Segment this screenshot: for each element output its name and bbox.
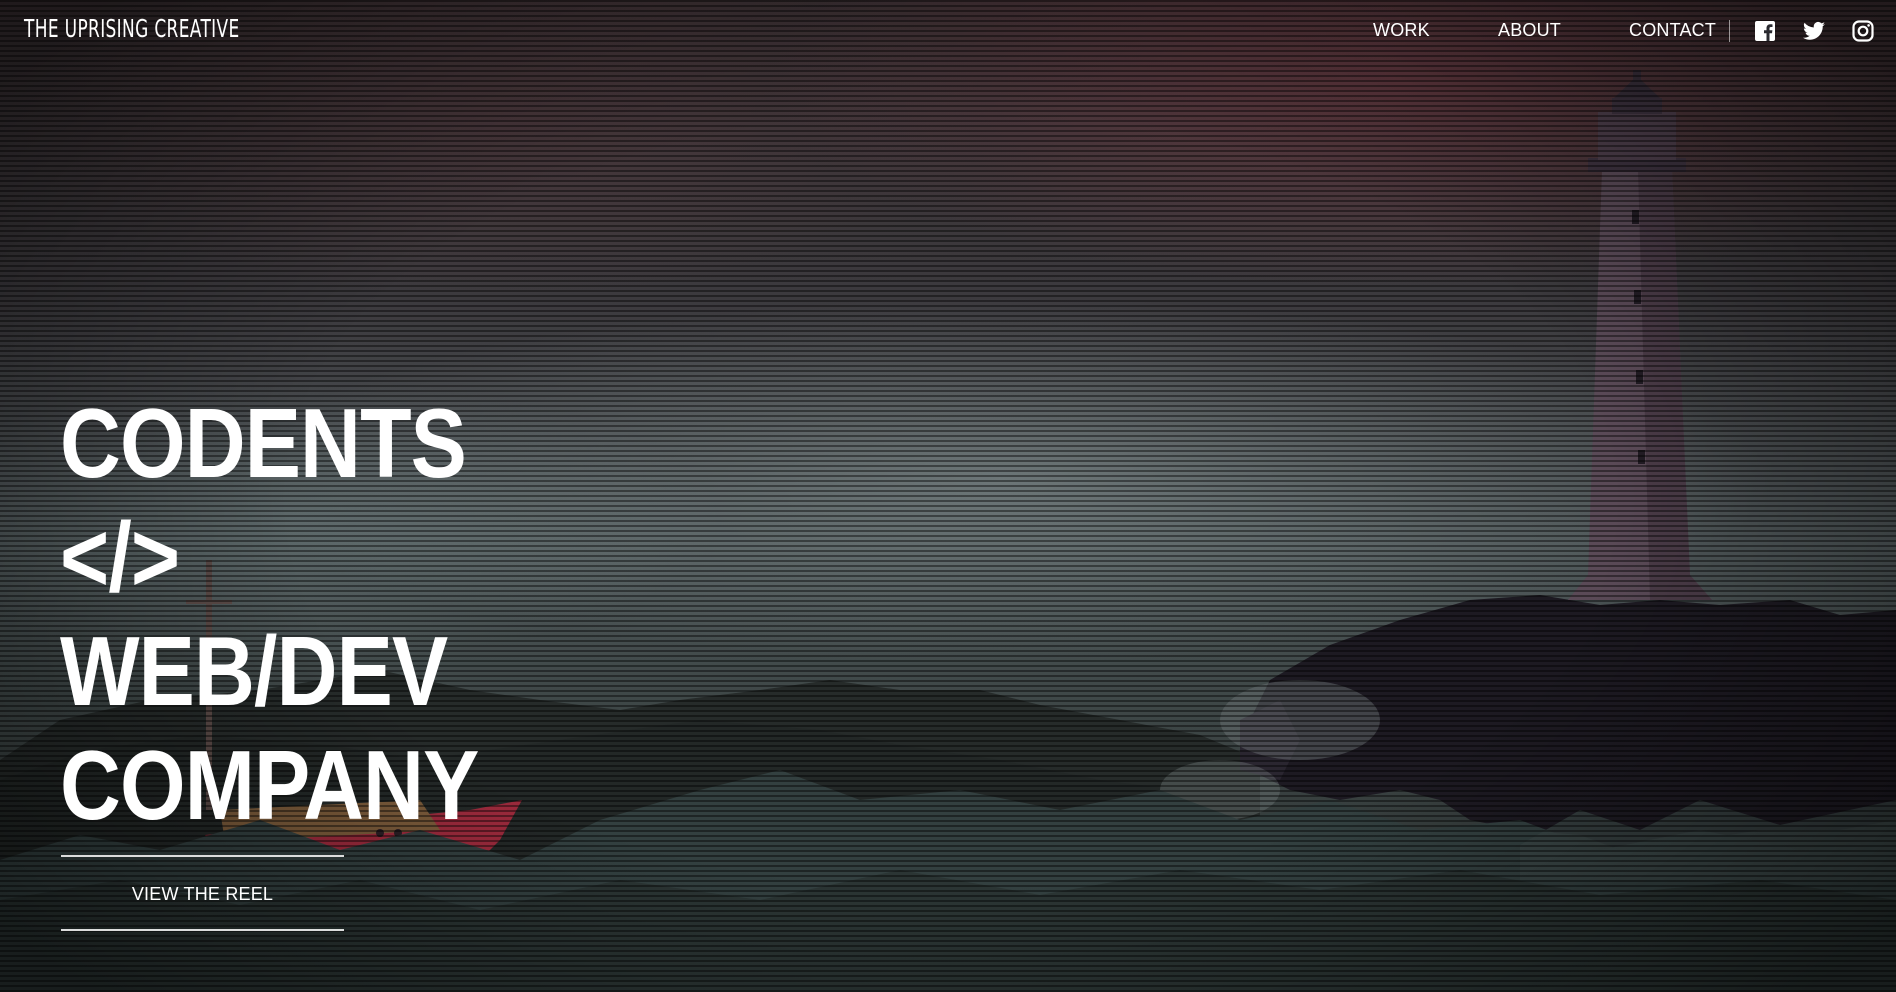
twitter-icon[interactable] bbox=[1802, 19, 1826, 43]
nav-contact[interactable]: CONTACT bbox=[1629, 20, 1716, 41]
hero-line-webdev: WEB/DEV bbox=[60, 616, 448, 726]
hero-line-company: COMPANY bbox=[60, 730, 479, 840]
view-reel-label: VIEW THE REEL bbox=[131, 883, 274, 904]
instagram-icon[interactable] bbox=[1851, 19, 1875, 43]
hero-line-code-symbol: </> bbox=[60, 502, 180, 612]
hero-line-codents: CODENTS bbox=[60, 388, 467, 498]
nav-divider bbox=[1729, 20, 1730, 42]
view-reel-button[interactable]: VIEW THE REEL bbox=[61, 855, 344, 931]
nav-work[interactable]: WORK bbox=[1373, 20, 1430, 41]
hero-heading: CODENTS </> WEB/DEV COMPANY bbox=[60, 386, 547, 842]
site-header: THE UPRISING CREATIVE WORK ABOUT CONTACT bbox=[0, 0, 1896, 64]
nav-about[interactable]: ABOUT bbox=[1498, 20, 1561, 41]
brand-logo[interactable]: THE UPRISING CREATIVE bbox=[24, 14, 240, 43]
facebook-icon[interactable] bbox=[1753, 19, 1777, 43]
